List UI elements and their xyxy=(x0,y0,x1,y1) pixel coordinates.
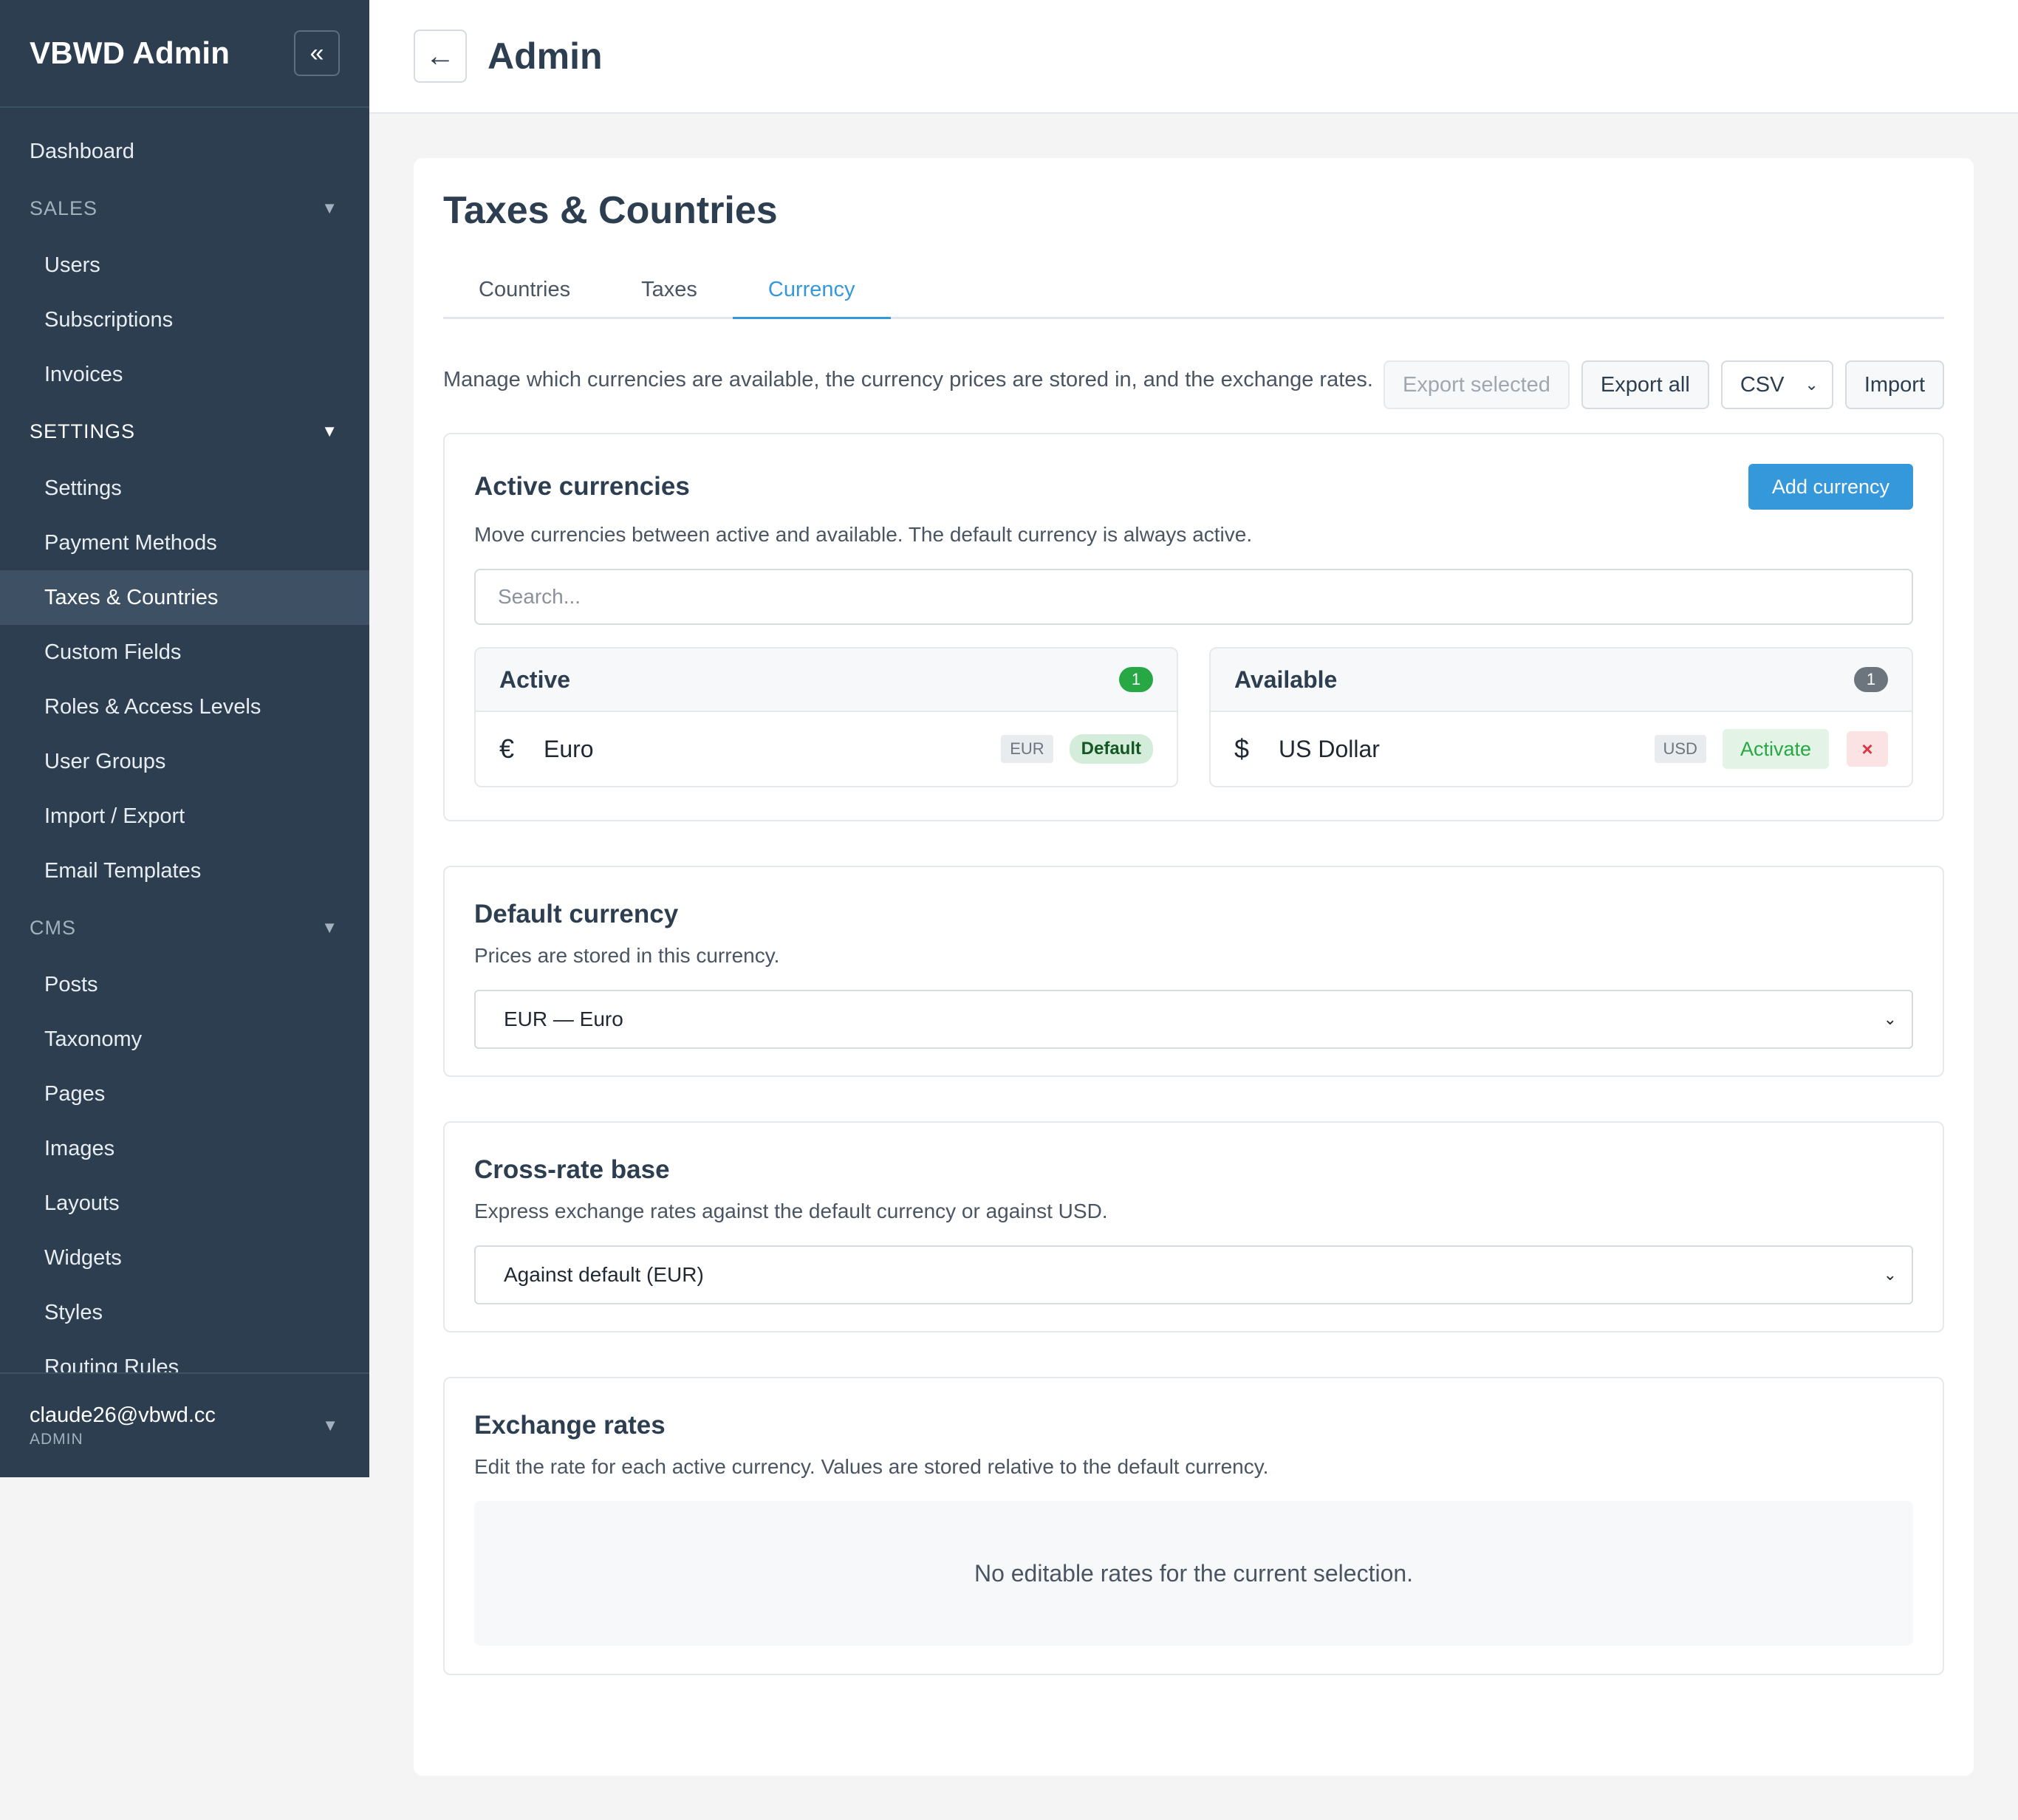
empty-state: No editable rates for the current select… xyxy=(474,1501,1913,1646)
sidebar-item-invoices[interactable]: Invoices xyxy=(0,347,369,402)
sidebar-item-images[interactable]: Images xyxy=(0,1121,369,1176)
chevron-down-icon: ▼ xyxy=(321,422,338,440)
sidebar-section-label: SALES xyxy=(30,196,98,219)
default-currency-select[interactable]: EUR — Euro ⌄ xyxy=(474,990,1913,1050)
collapse-sidebar-button[interactable]: « xyxy=(294,30,340,76)
chevron-down-icon: ⌄ xyxy=(1883,1010,1897,1029)
format-select-value: CSV xyxy=(1740,372,1785,397)
topbar-title: Admin xyxy=(488,35,603,77)
count-badge: 1 xyxy=(1119,667,1153,693)
currency-name: Euro xyxy=(544,735,594,762)
dollar-icon: $ xyxy=(1234,733,1250,764)
count-badge: 1 xyxy=(1854,667,1888,693)
sidebar-section-label: CMS xyxy=(30,916,76,939)
list-item[interactable]: € Euro EUR Default xyxy=(476,712,1177,786)
default-currency-section: Default currency Prices are stored in th… xyxy=(443,866,1944,1078)
list-title: Active xyxy=(499,666,571,693)
activate-button[interactable]: Activate xyxy=(1722,729,1829,770)
export-all-button[interactable]: Export all xyxy=(1581,360,1709,410)
chevron-down-icon[interactable]: ▼ xyxy=(322,1416,338,1435)
section-title: Active currencies xyxy=(474,472,690,502)
search-input[interactable]: Search... xyxy=(474,569,1913,626)
sidebar-item-users[interactable]: Users xyxy=(0,238,369,292)
sidebar-item-pages[interactable]: Pages xyxy=(0,1067,369,1121)
currency-code-badge: USD xyxy=(1654,735,1706,764)
list-header: Active 1 xyxy=(476,649,1177,713)
sidebar-item-widgets[interactable]: Widgets xyxy=(0,1231,369,1285)
cross-rate-select[interactable]: Against default (EUR) ⌄ xyxy=(474,1245,1913,1305)
sidebar: VBWD Admin « Dashboard SALES ▼ Users Sub… xyxy=(0,0,369,1477)
exchange-rates-section: Exchange rates Edit the rate for each ac… xyxy=(443,1377,1944,1676)
export-selected-button[interactable]: Export selected xyxy=(1383,360,1570,410)
section-description: Move currencies between active and avail… xyxy=(474,523,1253,547)
chevron-down-icon: ▼ xyxy=(321,918,338,937)
section-description: Edit the rate for each active currency. … xyxy=(474,1455,1269,1479)
tab-currency[interactable]: Currency xyxy=(732,261,891,320)
intro-text: Manage which currencies are available, t… xyxy=(443,367,1373,391)
list-title: Available xyxy=(1234,666,1338,693)
sidebar-item-custom-fields[interactable]: Custom Fields xyxy=(0,625,369,680)
sidebar-item-import-export[interactable]: Import / Export xyxy=(0,789,369,844)
sidebar-header: VBWD Admin « xyxy=(0,0,369,108)
default-badge: Default xyxy=(1069,734,1153,764)
add-currency-button[interactable]: Add currency xyxy=(1748,464,1913,510)
sidebar-section-sales[interactable]: SALES ▼ xyxy=(0,179,369,238)
section-description: Express exchange rates against the defau… xyxy=(474,1200,1108,1223)
sidebar-section-cms[interactable]: CMS ▼ xyxy=(0,898,369,957)
sidebar-item-taxonomy[interactable]: Taxonomy xyxy=(0,1012,369,1067)
currency-code-badge: EUR xyxy=(1001,735,1053,764)
remove-button[interactable]: × xyxy=(1847,731,1888,767)
euro-icon: € xyxy=(499,733,515,764)
sidebar-item-payment-methods[interactable]: Payment Methods xyxy=(0,516,369,570)
user-menu[interactable]: claude26@vbwd.cc ADMIN ▼ xyxy=(0,1372,369,1477)
sidebar-item-user-groups[interactable]: User Groups xyxy=(0,734,369,789)
user-role: ADMIN xyxy=(30,1430,83,1448)
sidebar-item-email-templates[interactable]: Email Templates xyxy=(0,844,369,898)
import-button[interactable]: Import xyxy=(1844,360,1944,410)
sidebar-section-label: SETTINGS xyxy=(30,420,136,442)
chevron-down-icon: ⌄ xyxy=(1805,375,1819,394)
sidebar-section-settings[interactable]: SETTINGS ▼ xyxy=(0,402,369,461)
cross-rate-section: Cross-rate base Express exchange rates a… xyxy=(443,1121,1944,1333)
active-list: Active 1 € Euro EUR Default xyxy=(474,647,1178,788)
sidebar-item-dashboard[interactable]: Dashboard xyxy=(0,124,369,179)
tab-bar: Countries Taxes Currency xyxy=(443,261,1944,320)
content-card: Taxes & Countries Countries Taxes Curren… xyxy=(414,158,1974,1776)
list-header: Available 1 xyxy=(1211,649,1912,713)
sidebar-item-styles[interactable]: Styles xyxy=(0,1285,369,1340)
user-email: claude26@vbwd.cc xyxy=(30,1403,216,1427)
select-value: Against default (EUR) xyxy=(504,1263,704,1287)
section-title: Cross-rate base xyxy=(474,1155,670,1185)
tab-countries[interactable]: Countries xyxy=(443,261,606,317)
brand-title: VBWD Admin xyxy=(30,35,230,70)
section-description: Prices are stored in this currency. xyxy=(474,944,780,968)
section-title: Default currency xyxy=(474,900,679,929)
sidebar-item-layouts[interactable]: Layouts xyxy=(0,1176,369,1231)
sidebar-item-taxes-countries[interactable]: Taxes & Countries xyxy=(0,570,369,625)
sidebar-item-roles-access-levels[interactable]: Roles & Access Levels xyxy=(0,680,369,734)
toolbar: Export selected Export all CSV ⌄ Import xyxy=(1383,360,1944,410)
format-select[interactable]: CSV ⌄ xyxy=(1720,360,1833,410)
currency-lists: Active 1 € Euro EUR Default Available 1 … xyxy=(474,647,1913,788)
chevron-down-icon: ▼ xyxy=(321,199,338,217)
tab-taxes[interactable]: Taxes xyxy=(606,261,733,317)
sidebar-item-settings[interactable]: Settings xyxy=(0,461,369,516)
section-title: Exchange rates xyxy=(474,1411,666,1440)
page-title: Taxes & Countries xyxy=(443,189,778,232)
available-list: Available 1 $ US Dollar USD Activate × xyxy=(1209,647,1913,788)
sidebar-item-posts[interactable]: Posts xyxy=(0,957,369,1012)
chevron-down-icon: ⌄ xyxy=(1883,1265,1897,1284)
currency-name: US Dollar xyxy=(1279,735,1380,762)
list-item[interactable]: $ US Dollar USD Activate × xyxy=(1211,712,1912,786)
back-button[interactable]: ← xyxy=(414,30,467,83)
sidebar-nav: Dashboard SALES ▼ Users Subscriptions In… xyxy=(0,108,369,1395)
section-header: Active currencies Add currency xyxy=(474,464,1913,510)
select-value: EUR — Euro xyxy=(504,1008,623,1031)
topbar: ← Admin xyxy=(369,0,2018,114)
sidebar-item-subscriptions[interactable]: Subscriptions xyxy=(0,292,369,347)
user-info: claude26@vbwd.cc ADMIN xyxy=(30,1403,216,1448)
intro-row: Manage which currencies are available, t… xyxy=(443,360,1944,410)
active-currencies-section: Active currencies Add currency Move curr… xyxy=(443,433,1944,822)
